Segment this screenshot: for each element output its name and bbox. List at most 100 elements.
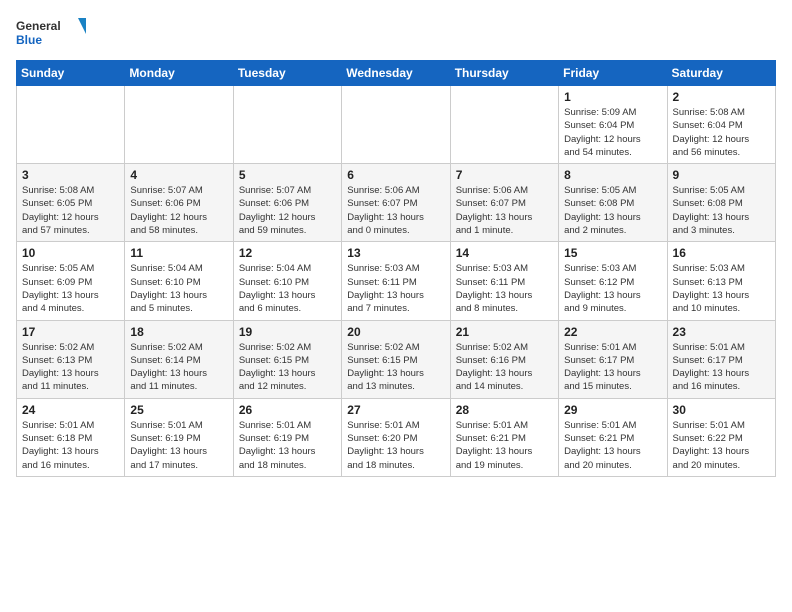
day-number: 29 <box>564 403 661 417</box>
calendar-cell: 25 Sunrise: 5:01 AM Sunset: 6:19 PM Dayli… <box>125 398 233 476</box>
calendar-cell <box>233 86 341 164</box>
svg-text:General: General <box>16 19 61 33</box>
calendar-cell: 27Sunrise: 5:01 AM Sunset: 6:20 PM Dayli… <box>342 398 450 476</box>
day-number: 22 <box>564 325 661 339</box>
day-info: Sunrise: 5:04 AM Sunset: 6:10 PM Dayligh… <box>239 262 336 315</box>
day-info: Sunrise: 5:03 AM Sunset: 6:12 PM Dayligh… <box>564 262 661 315</box>
day-info: Sunrise: 5:01 AM Sunset: 6:20 PM Dayligh… <box>347 419 444 472</box>
calendar-cell: 11 Sunrise: 5:04 AM Sunset: 6:10 PM Dayli… <box>125 242 233 320</box>
day-info: Sunrise: 5:01 AM Sunset: 6:19 PM Dayligh… <box>239 419 336 472</box>
week-row-4: 17Sunrise: 5:02 AM Sunset: 6:13 PM Dayli… <box>17 320 776 398</box>
day-number: 24 <box>22 403 119 417</box>
calendar-cell: 3 Sunrise: 5:08 AM Sunset: 6:05 PM Daylig… <box>17 164 125 242</box>
day-number: 10 <box>22 246 119 260</box>
day-info: Sunrise: 5:01 AM Sunset: 6:17 PM Dayligh… <box>673 341 770 394</box>
day-number: 20 <box>347 325 444 339</box>
day-info: Sunrise: 5:08 AM Sunset: 6:05 PM Dayligh… <box>22 184 119 237</box>
calendar-cell: 26 Sunrise: 5:01 AM Sunset: 6:19 PM Dayli… <box>233 398 341 476</box>
day-info: Sunrise: 5:06 AM Sunset: 6:07 PM Dayligh… <box>456 184 553 237</box>
week-row-1: 1Sunrise: 5:09 AM Sunset: 6:04 PM Daylig… <box>17 86 776 164</box>
day-info: Sunrise: 5:03 AM Sunset: 6:11 PM Dayligh… <box>347 262 444 315</box>
day-info: Sunrise: 5:05 AM Sunset: 6:09 PM Dayligh… <box>22 262 119 315</box>
calendar-cell: 17Sunrise: 5:02 AM Sunset: 6:13 PM Dayli… <box>17 320 125 398</box>
weekday-header-monday: Monday <box>125 61 233 86</box>
calendar-cell: 12 Sunrise: 5:04 AM Sunset: 6:10 PM Dayli… <box>233 242 341 320</box>
day-info: Sunrise: 5:08 AM Sunset: 6:04 PM Dayligh… <box>673 106 770 159</box>
calendar-cell: 6 Sunrise: 5:06 AM Sunset: 6:07 PM Daylig… <box>342 164 450 242</box>
day-info: Sunrise: 5:02 AM Sunset: 6:13 PM Dayligh… <box>22 341 119 394</box>
weekday-header-sunday: Sunday <box>17 61 125 86</box>
weekday-header-tuesday: Tuesday <box>233 61 341 86</box>
calendar-cell: 5Sunrise: 5:07 AM Sunset: 6:06 PM Daylig… <box>233 164 341 242</box>
day-number: 9 <box>673 168 770 182</box>
day-number: 6 <box>347 168 444 182</box>
day-number: 26 <box>239 403 336 417</box>
day-info: Sunrise: 5:01 AM Sunset: 6:19 PM Dayligh… <box>130 419 227 472</box>
day-number: 30 <box>673 403 770 417</box>
page-header: General Blue <box>16 16 776 52</box>
day-info: Sunrise: 5:07 AM Sunset: 6:06 PM Dayligh… <box>239 184 336 237</box>
day-info: Sunrise: 5:01 AM Sunset: 6:17 PM Dayligh… <box>564 341 661 394</box>
day-info: Sunrise: 5:06 AM Sunset: 6:07 PM Dayligh… <box>347 184 444 237</box>
calendar-cell: 8 Sunrise: 5:05 AM Sunset: 6:08 PM Daylig… <box>559 164 667 242</box>
day-number: 11 <box>130 246 227 260</box>
calendar-cell: 23 Sunrise: 5:01 AM Sunset: 6:17 PM Dayli… <box>667 320 775 398</box>
day-info: Sunrise: 5:01 AM Sunset: 6:22 PM Dayligh… <box>673 419 770 472</box>
day-number: 25 <box>130 403 227 417</box>
week-row-2: 3 Sunrise: 5:08 AM Sunset: 6:05 PM Daylig… <box>17 164 776 242</box>
day-info: Sunrise: 5:05 AM Sunset: 6:08 PM Dayligh… <box>564 184 661 237</box>
calendar-cell: 9 Sunrise: 5:05 AM Sunset: 6:08 PM Daylig… <box>667 164 775 242</box>
calendar-cell: 2Sunrise: 5:08 AM Sunset: 6:04 PM Daylig… <box>667 86 775 164</box>
day-info: Sunrise: 5:05 AM Sunset: 6:08 PM Dayligh… <box>673 184 770 237</box>
calendar-cell <box>342 86 450 164</box>
calendar-cell: 10 Sunrise: 5:05 AM Sunset: 6:09 PM Dayli… <box>17 242 125 320</box>
day-number: 21 <box>456 325 553 339</box>
week-row-3: 10 Sunrise: 5:05 AM Sunset: 6:09 PM Dayli… <box>17 242 776 320</box>
calendar-cell <box>125 86 233 164</box>
calendar-cell: 15 Sunrise: 5:03 AM Sunset: 6:12 PM Dayli… <box>559 242 667 320</box>
day-number: 19 <box>239 325 336 339</box>
calendar-cell: 20 Sunrise: 5:02 AM Sunset: 6:15 PM Dayli… <box>342 320 450 398</box>
day-info: Sunrise: 5:04 AM Sunset: 6:10 PM Dayligh… <box>130 262 227 315</box>
calendar-cell: 18 Sunrise: 5:02 AM Sunset: 6:14 PM Dayli… <box>125 320 233 398</box>
day-info: Sunrise: 5:02 AM Sunset: 6:16 PM Dayligh… <box>456 341 553 394</box>
day-number: 3 <box>22 168 119 182</box>
day-info: Sunrise: 5:03 AM Sunset: 6:11 PM Dayligh… <box>456 262 553 315</box>
day-number: 8 <box>564 168 661 182</box>
calendar-cell: 7 Sunrise: 5:06 AM Sunset: 6:07 PM Daylig… <box>450 164 558 242</box>
calendar-cell <box>450 86 558 164</box>
day-number: 14 <box>456 246 553 260</box>
calendar-cell: 4 Sunrise: 5:07 AM Sunset: 6:06 PM Daylig… <box>125 164 233 242</box>
weekday-header-row: SundayMondayTuesdayWednesdayThursdayFrid… <box>17 61 776 86</box>
calendar-cell: 19 Sunrise: 5:02 AM Sunset: 6:15 PM Dayli… <box>233 320 341 398</box>
day-info: Sunrise: 5:01 AM Sunset: 6:21 PM Dayligh… <box>564 419 661 472</box>
day-number: 23 <box>673 325 770 339</box>
day-info: Sunrise: 5:02 AM Sunset: 6:15 PM Dayligh… <box>347 341 444 394</box>
calendar-cell: 16Sunrise: 5:03 AM Sunset: 6:13 PM Dayli… <box>667 242 775 320</box>
day-number: 15 <box>564 246 661 260</box>
day-number: 18 <box>130 325 227 339</box>
day-number: 12 <box>239 246 336 260</box>
day-info: Sunrise: 5:03 AM Sunset: 6:13 PM Dayligh… <box>673 262 770 315</box>
day-number: 4 <box>130 168 227 182</box>
weekday-header-thursday: Thursday <box>450 61 558 86</box>
calendar-cell: 22 Sunrise: 5:01 AM Sunset: 6:17 PM Dayli… <box>559 320 667 398</box>
calendar-cell: 1Sunrise: 5:09 AM Sunset: 6:04 PM Daylig… <box>559 86 667 164</box>
svg-text:Blue: Blue <box>16 33 42 47</box>
weekday-header-wednesday: Wednesday <box>342 61 450 86</box>
logo: General Blue <box>16 16 86 52</box>
day-info: Sunrise: 5:02 AM Sunset: 6:15 PM Dayligh… <box>239 341 336 394</box>
calendar-cell: 13Sunrise: 5:03 AM Sunset: 6:11 PM Dayli… <box>342 242 450 320</box>
day-info: Sunrise: 5:07 AM Sunset: 6:06 PM Dayligh… <box>130 184 227 237</box>
calendar-cell: 24 Sunrise: 5:01 AM Sunset: 6:18 PM Dayli… <box>17 398 125 476</box>
day-info: Sunrise: 5:01 AM Sunset: 6:18 PM Dayligh… <box>22 419 119 472</box>
calendar-cell: 30 Sunrise: 5:01 AM Sunset: 6:22 PM Dayli… <box>667 398 775 476</box>
day-number: 28 <box>456 403 553 417</box>
week-row-5: 24 Sunrise: 5:01 AM Sunset: 6:18 PM Dayli… <box>17 398 776 476</box>
day-number: 7 <box>456 168 553 182</box>
day-number: 1 <box>564 90 661 104</box>
calendar-cell: 28Sunrise: 5:01 AM Sunset: 6:21 PM Dayli… <box>450 398 558 476</box>
logo-svg: General Blue <box>16 16 86 52</box>
calendar-cell: 29 Sunrise: 5:01 AM Sunset: 6:21 PM Dayli… <box>559 398 667 476</box>
day-info: Sunrise: 5:02 AM Sunset: 6:14 PM Dayligh… <box>130 341 227 394</box>
